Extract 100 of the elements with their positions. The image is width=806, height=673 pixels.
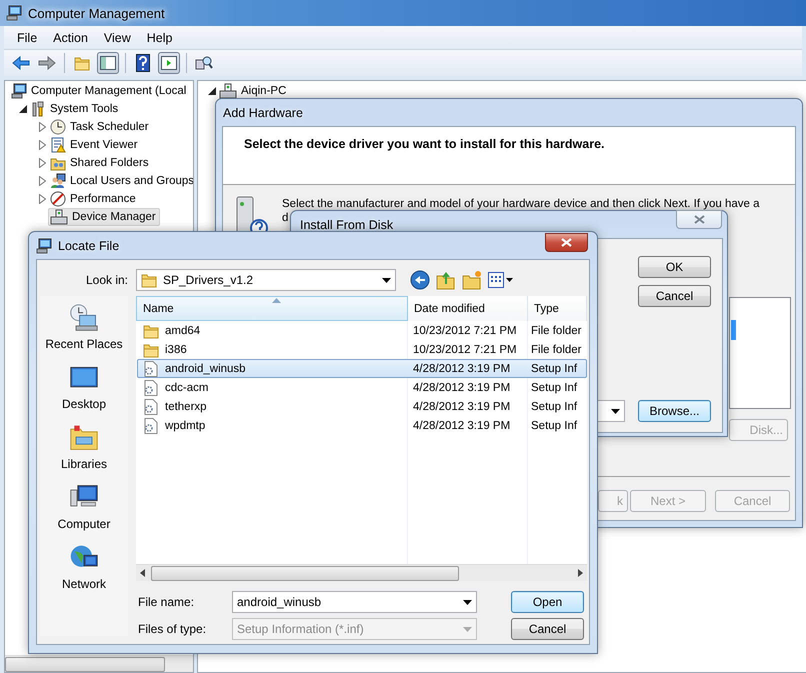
event-log-icon [50, 137, 66, 153]
sort-arrow-icon [272, 298, 281, 303]
dialog-heading: Select the device driver you want to install for this hardware. [244, 137, 605, 151]
ok-button[interactable]: OK [638, 256, 711, 278]
dropdown-caret-icon [463, 600, 472, 604]
setup-file-icon [143, 380, 159, 396]
place-item[interactable]: Libraries [60, 423, 108, 471]
up-folder-icon[interactable] [436, 270, 456, 290]
scroll-left-icon [140, 569, 145, 577]
dialog-title: Locate File [58, 238, 120, 252]
file-name-field[interactable]: android_winusb [232, 591, 477, 613]
pane-icon [161, 56, 177, 70]
model-list[interactable] [729, 297, 791, 409]
window-title: Computer Management [28, 6, 165, 20]
file-row[interactable]: i386 10/23/2012 7:21 PM File folder [137, 340, 587, 359]
file-name: wpdmtp [165, 420, 206, 432]
file-name-label: File name: [137, 595, 196, 609]
place-item[interactable]: Network [62, 543, 106, 591]
file-row[interactable]: wpdmtp 4/28/2012 3:19 PM Setup Inf [137, 416, 587, 435]
device-manager-icon [50, 209, 68, 225]
column-header[interactable]: Name [136, 296, 408, 321]
magnifier-computer-icon [195, 55, 213, 71]
folder-icon [141, 272, 157, 288]
setup-file-icon [143, 360, 159, 376]
file-name: amd64 [165, 324, 200, 336]
place-item[interactable]: Computer [58, 483, 110, 531]
setup-file-icon [143, 418, 159, 434]
file-date: 10/23/2012 7:21 PM [413, 344, 517, 356]
column-header[interactable]: Date modified [408, 296, 528, 321]
menu-item[interactable]: View [96, 28, 139, 46]
file-row[interactable]: tetherxp 4/28/2012 3:19 PM Setup Inf [137, 397, 587, 416]
tree-item[interactable]: Event Viewer [48, 136, 142, 154]
file-date: 4/28/2012 3:19 PM [413, 420, 510, 432]
dialog-title: Install From Disk [300, 218, 394, 232]
device-manager-icon [219, 83, 237, 99]
file-type: File folder [531, 324, 582, 336]
tree-item[interactable]: Shared Folders [48, 154, 153, 172]
look-in-dropdown[interactable]: SP_Drivers_v1.2 [136, 269, 396, 291]
place-item[interactable]: Desktop [62, 363, 106, 411]
browse-button[interactable]: Browse... [638, 400, 711, 422]
cancel-button[interactable]: Cancel [511, 618, 584, 640]
file-type: File folder [531, 344, 582, 356]
file-date: 4/28/2012 3:19 PM [413, 362, 510, 374]
file-date: 4/28/2012 3:19 PM [413, 382, 510, 394]
back-arrow-icon [12, 55, 30, 71]
horizontal-scrollbar[interactable] [136, 564, 587, 581]
users-icon [50, 173, 66, 189]
file-date: 10/23/2012 7:21 PM [413, 324, 517, 336]
close-icon [694, 215, 704, 224]
horizontal-scrollbar[interactable] [5, 655, 193, 672]
new-folder-icon[interactable] [462, 270, 482, 290]
dropdown-caret-icon [611, 408, 620, 414]
tree-item[interactable]: System Tools [28, 100, 122, 118]
view-menu-icon[interactable] [488, 272, 514, 288]
file-name: android_winusb [165, 362, 246, 374]
computer-management-icon [6, 5, 22, 21]
folder-icon [143, 342, 159, 358]
computer-management-icon [11, 83, 27, 99]
file-name: i386 [165, 344, 187, 356]
place-item[interactable]: Recent Places [45, 303, 123, 351]
look-in-label: Look in: [84, 273, 128, 287]
tree-item[interactable]: Device Manager [48, 208, 160, 226]
tools-icon [30, 101, 46, 117]
tree-item[interactable]: Aiqin-PC [217, 82, 290, 100]
column-header[interactable]: Type [528, 296, 587, 321]
dropdown-caret-icon [463, 626, 472, 632]
folder-icon [143, 322, 159, 338]
instruction-text: d [282, 211, 288, 225]
file-row[interactable]: cdc-acm 4/28/2012 3:19 PM Setup Inf [137, 378, 587, 397]
location-dropdown[interactable] [595, 400, 625, 422]
file-name: cdc-acm [165, 382, 208, 394]
close-icon [561, 238, 572, 247]
file-row[interactable]: amd64 10/23/2012 7:21 PM File folder [137, 321, 587, 340]
instruction-text: Select the manufacturer and model of your hardware device and then click Next. If you have a [282, 197, 760, 211]
file-type-label: Files of type: [137, 622, 208, 636]
file-type: Setup Inf [531, 420, 578, 432]
computer-icon [36, 238, 52, 254]
scroll-right-icon [578, 569, 583, 577]
tree-item[interactable]: Task Scheduler [48, 118, 153, 136]
dropdown-caret-icon [382, 278, 391, 282]
action-pane-button[interactable] [158, 52, 180, 74]
tree-item[interactable]: Performance [48, 190, 140, 208]
tree-item[interactable]: Computer Management (Local [9, 82, 190, 100]
forward-arrow-icon [38, 55, 56, 71]
close-button[interactable] [545, 233, 588, 252]
dialog-title: Add Hardware [223, 106, 303, 120]
file-type: Setup Inf [531, 382, 578, 394]
pane-icon [100, 56, 116, 70]
menu-item[interactable]: Help [138, 28, 180, 46]
console-tree-button[interactable] [97, 52, 119, 74]
file-type: Setup Inf [531, 400, 578, 412]
file-row[interactable]: android_winusb 4/28/2012 3:19 PM Setup Inf [137, 359, 587, 378]
menu-item[interactable]: File [9, 28, 46, 46]
help-icon [136, 54, 150, 72]
clock-icon [50, 119, 66, 135]
setup-file-icon [143, 398, 159, 414]
performance-icon [50, 191, 66, 207]
open-button[interactable]: Open [511, 591, 584, 613]
cancel-button[interactable]: Cancel [638, 285, 711, 307]
menu-item[interactable]: Action [45, 28, 96, 46]
